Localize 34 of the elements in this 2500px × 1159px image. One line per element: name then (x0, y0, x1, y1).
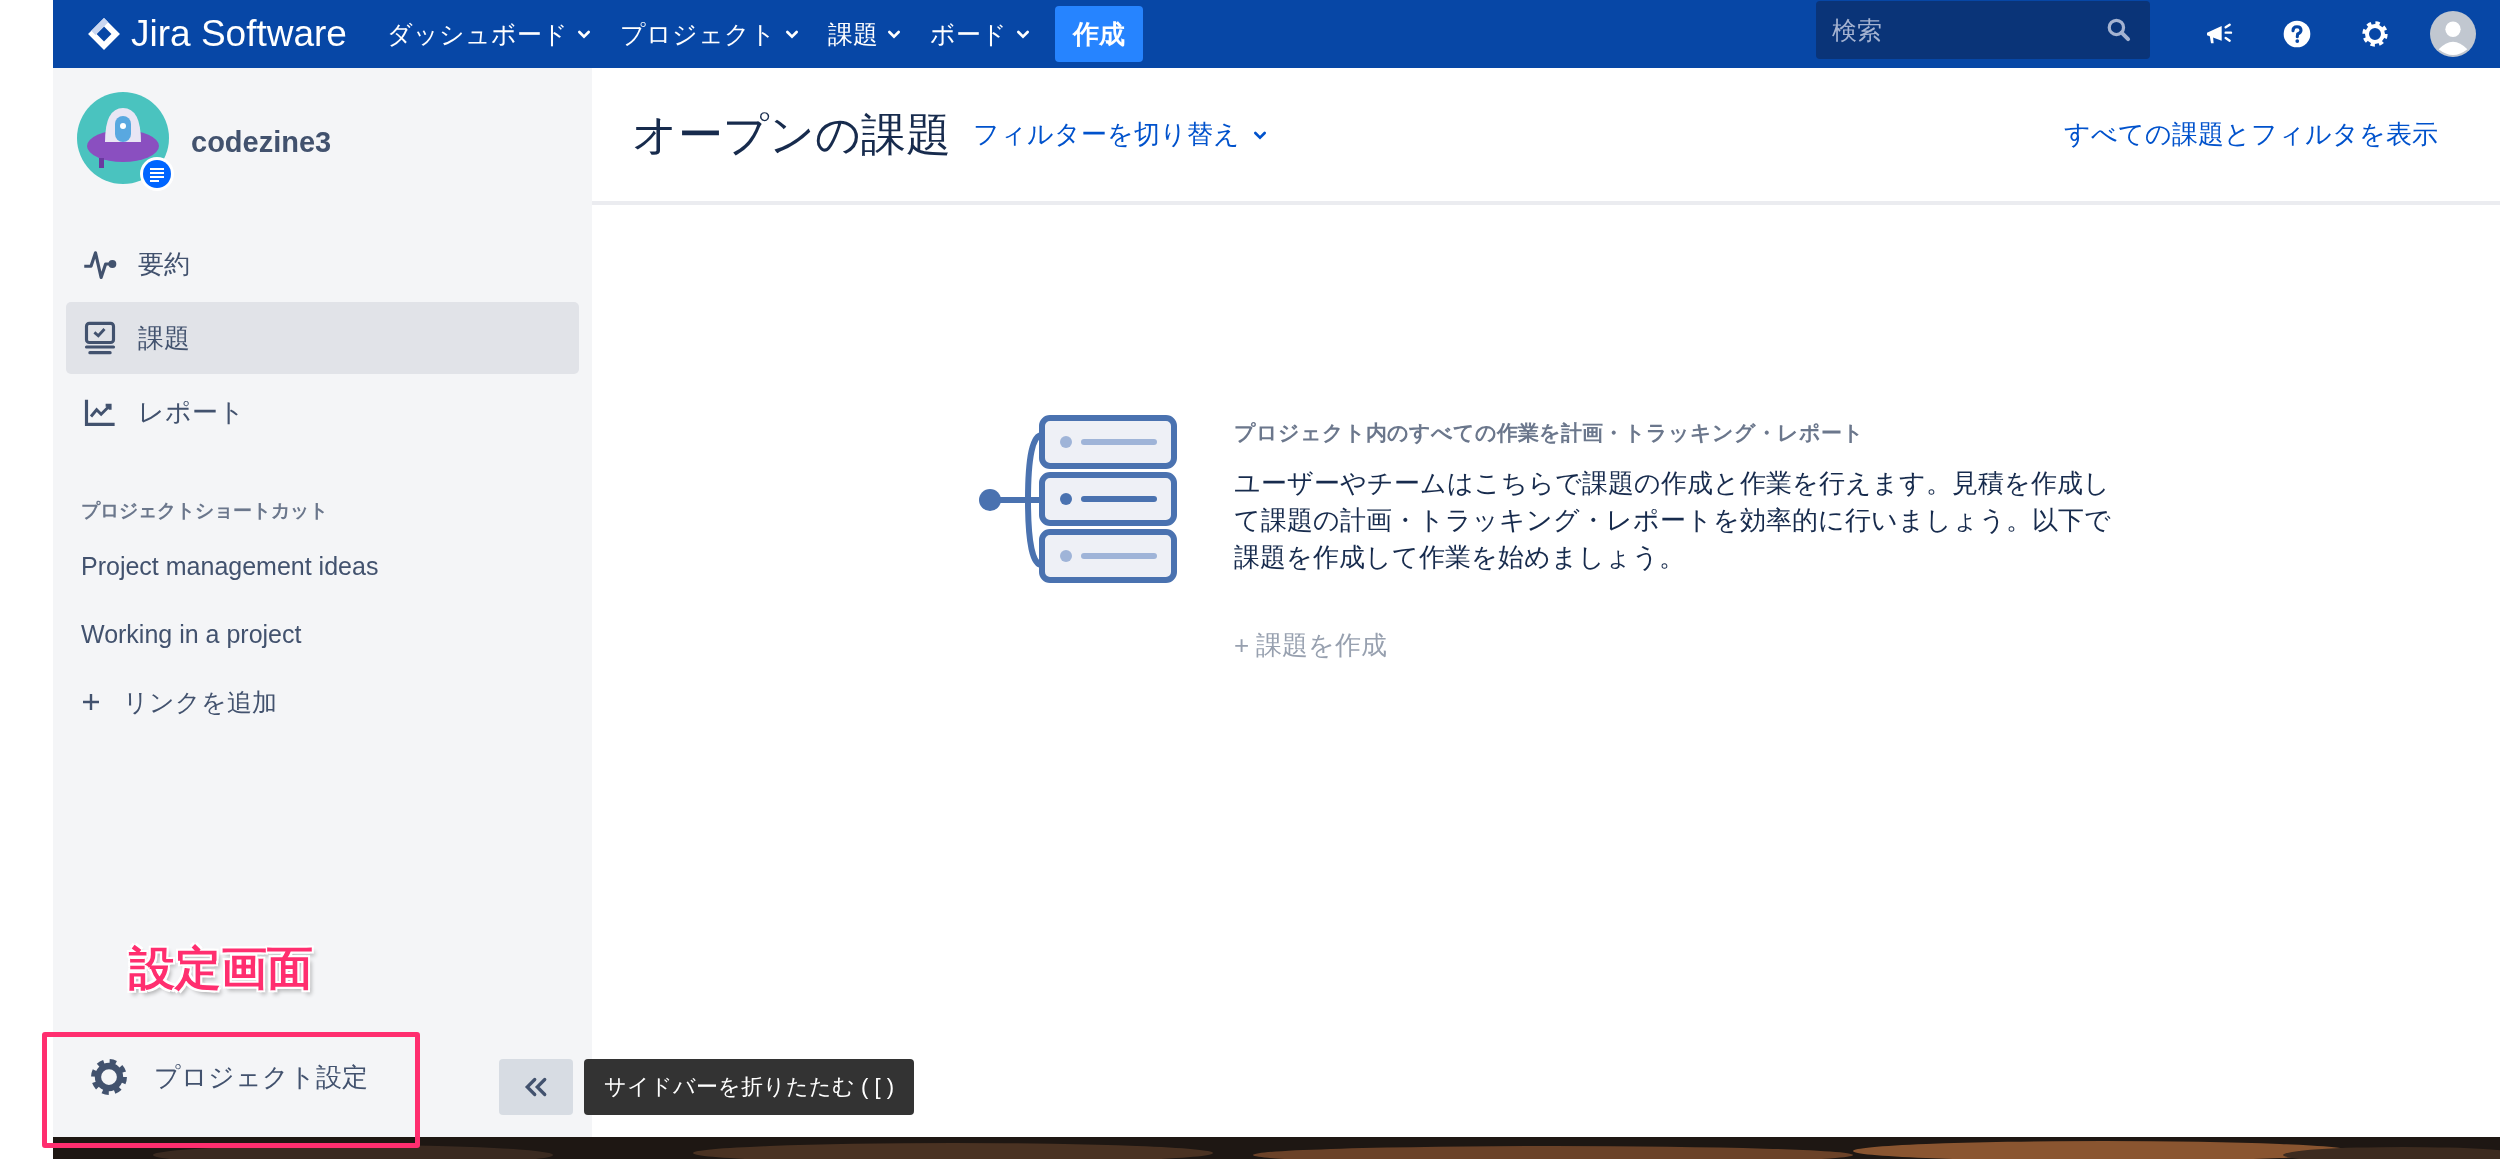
plus-icon (81, 692, 101, 712)
annotation-label: 設定画面 (129, 941, 313, 996)
sidebar-item[interactable]: 課題 (66, 302, 579, 374)
nav-menu[interactable]: プロジェクト (605, 9, 814, 59)
logo-text: Jira Software (131, 13, 347, 55)
sidebar-item[interactable]: 要約 (66, 228, 579, 300)
project-name: codezine3 (191, 125, 332, 159)
user-avatar-icon[interactable] (2430, 11, 2476, 57)
nav-menu[interactable]: 課題 (813, 9, 916, 59)
project-settings-link[interactable]: プロジェクト設定 (66, 1037, 428, 1117)
collapse-sidebar-button[interactable] (499, 1059, 573, 1115)
switch-filter-link[interactable]: フィルターを切り替え (973, 117, 1268, 152)
shortcut-link[interactable]: Working in a project (66, 600, 579, 668)
search-icon (2106, 17, 2132, 43)
project-avatar-icon (75, 92, 175, 192)
create-button[interactable]: 作成 (1054, 6, 1143, 62)
help-icon[interactable] (2281, 18, 2313, 50)
page-title: オープンの課題 (632, 107, 951, 162)
search-field[interactable]: 検索 (1816, 1, 2150, 59)
monitor-check-icon (82, 320, 118, 356)
shortcut-link[interactable]: Project management ideas (66, 532, 579, 600)
section-heading: プロジェクトショートカット (81, 499, 329, 523)
jira-logo[interactable]: Jira Software (87, 13, 347, 55)
empty-state-description: ユーザーやチームはこちらで課題の作成と作業を行えます。見積を作成して課題の計画・トラッキング・レポートを効率的に行いましょう。以下で課題を作成して作業を始めましょう。 (1234, 467, 2112, 574)
gear-icon (88, 1056, 130, 1098)
diamond-logo-icon (87, 17, 121, 51)
view-all-link[interactable]: すべての課題とフィルタを表示 (2064, 117, 2438, 152)
empty-state-heading: プロジェクト内のすべての作業を計画・トラッキング・レポート (1234, 420, 1865, 446)
nav-menu[interactable]: ボード (915, 9, 1045, 59)
sidebar-item[interactable]: レポート (66, 376, 579, 448)
nav-menu[interactable]: ダッシュボード (372, 9, 606, 59)
add-link-button[interactable]: リンクを追加 (66, 668, 579, 736)
tooltip: サイドバーを折りたたむ ( [ ) (584, 1059, 915, 1115)
settings-icon[interactable] (2359, 18, 2391, 50)
